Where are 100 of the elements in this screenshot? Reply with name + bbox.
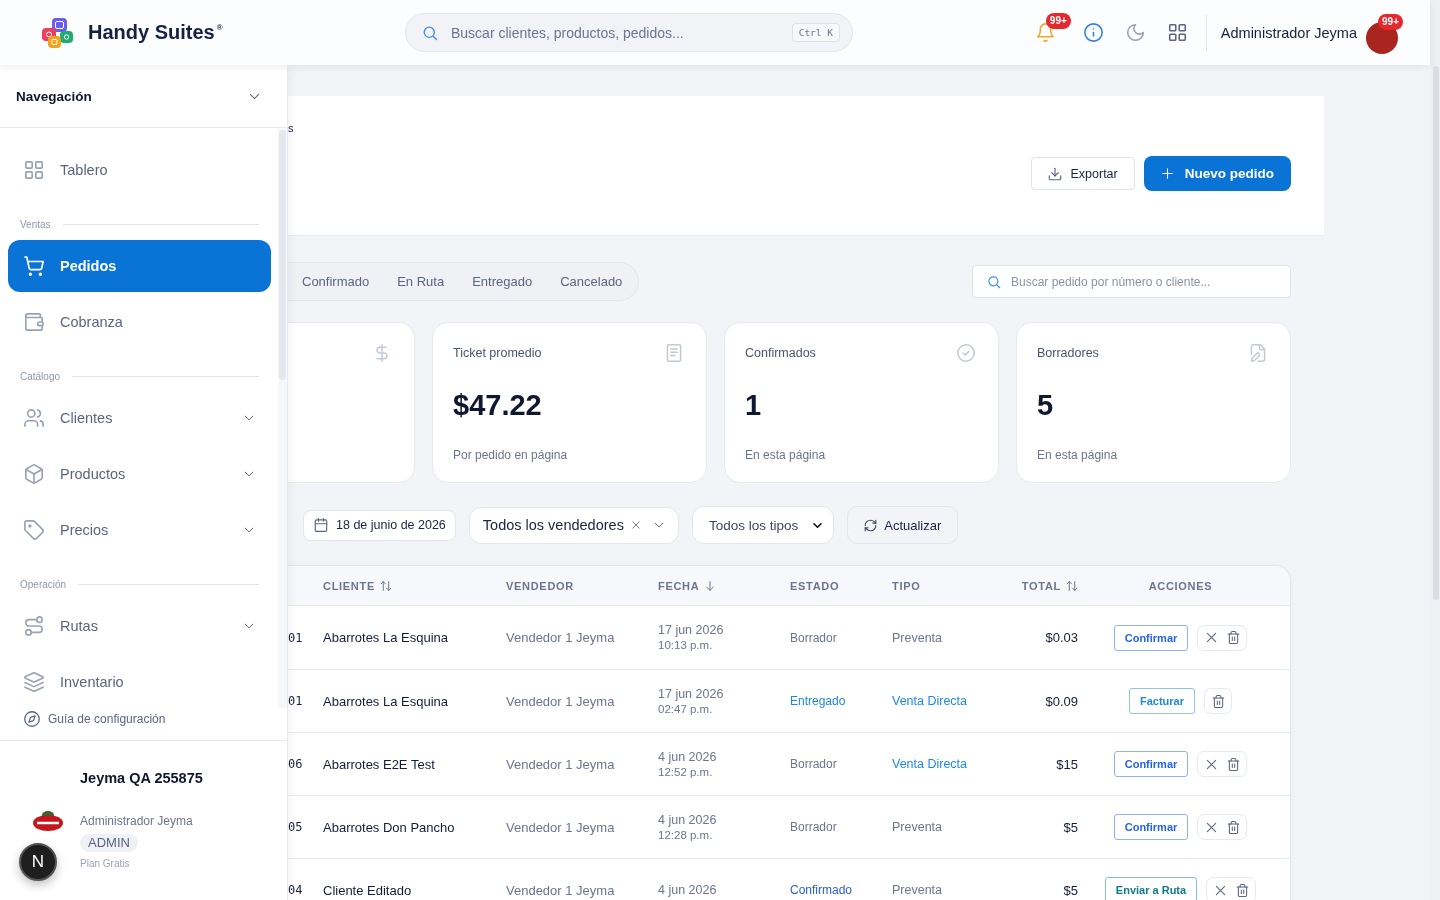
order-number: 01 xyxy=(288,630,303,645)
column-header[interactable]: TOTAL xyxy=(1021,579,1078,592)
seller-select[interactable]: Todos los vendedores xyxy=(468,506,679,544)
order-total: $0.09 xyxy=(1045,693,1078,709)
dollar-icon xyxy=(373,344,391,362)
breadcrumb: s xyxy=(288,121,294,135)
order-type: Venta Directa xyxy=(892,757,968,771)
account-user-name: Administrador Jeyma xyxy=(80,813,193,829)
file-pen-icon xyxy=(1249,344,1267,362)
nav-toggle[interactable]: Navegación xyxy=(0,65,287,128)
new-order-button[interactable]: Nuevo pedido xyxy=(1143,156,1291,191)
action-button[interactable]: Confirmar xyxy=(1113,751,1189,777)
refresh-button[interactable]: Actualizar xyxy=(847,506,959,544)
search-bar[interactable]: Buscar clientes, productos, pedidos... Ctrl K xyxy=(405,13,853,52)
order-search-field[interactable]: Buscar pedido por número o cliente... xyxy=(1011,272,1278,291)
stat-value: 5 xyxy=(1037,388,1054,422)
status-tab[interactable]: Cancelado xyxy=(546,266,637,297)
sort-icon xyxy=(1066,579,1078,592)
trash-icon xyxy=(1226,631,1240,644)
action-button[interactable]: Confirmar xyxy=(1113,624,1189,651)
shortcut-hint: Ctrl K xyxy=(791,23,840,42)
close-icon xyxy=(1204,820,1218,834)
order-number: 06 xyxy=(288,757,303,771)
close-icon xyxy=(1204,631,1218,644)
status-tab[interactable]: Confirmado xyxy=(288,266,384,297)
action-button[interactable]: Facturar xyxy=(1129,688,1195,714)
dev-tools-button[interactable]: N xyxy=(19,843,57,881)
order-status: Entregado xyxy=(790,694,846,708)
column-header: VENDEDOR xyxy=(506,579,574,592)
nav-item[interactable]: Pedidos xyxy=(8,240,271,292)
check-circle-icon xyxy=(957,344,975,362)
setup-guide-link[interactable]: Guía de configuración xyxy=(24,708,166,730)
company-name: Jeyma QA 255875 xyxy=(80,769,203,787)
client-name: Abarrotes E2E Test xyxy=(323,756,435,772)
action-button[interactable]: Enviar a Ruta xyxy=(1104,877,1198,900)
user-menu-button[interactable]: 99+ xyxy=(1366,13,1403,54)
nav-item[interactable]: Clientes xyxy=(8,392,271,444)
stat-title: Borradores xyxy=(1037,345,1099,361)
order-type: Venta Directa xyxy=(892,694,968,708)
action-button[interactable]: Confirmar xyxy=(1113,814,1189,840)
nav-item[interactable]: Rutas xyxy=(8,600,271,652)
type-select[interactable]: Todos los tipos xyxy=(691,506,835,544)
notification-badge: 99+ xyxy=(1045,12,1071,29)
grid-icon xyxy=(1168,23,1188,42)
nav-item[interactable]: Inventario xyxy=(8,656,271,708)
order-date: 17 jun 2026 xyxy=(658,685,724,702)
nav-section-label: Ventas xyxy=(20,218,51,230)
search-field[interactable]: Buscar clientes, productos, pedidos... xyxy=(451,22,779,43)
bell-icon xyxy=(1035,22,1055,42)
scrollbar-thumb[interactable] xyxy=(279,130,286,380)
nav-section-label: Operación xyxy=(20,578,67,590)
nav-item[interactable]: Precios xyxy=(8,504,271,556)
stat-note: En esta página xyxy=(745,447,826,463)
nav-item[interactable]: Tablero xyxy=(8,144,271,196)
column-header[interactable]: FECHA xyxy=(658,579,717,592)
route-icon xyxy=(24,616,44,636)
avatar-badge: 99+ xyxy=(1378,13,1403,30)
trash-icon xyxy=(1226,820,1240,834)
seller-name: Vendedor 1 Jeyma xyxy=(506,819,615,835)
search-icon xyxy=(987,274,1001,289)
client-name: Cliente Editado xyxy=(323,882,412,898)
status-tab[interactable]: Entregado xyxy=(458,266,547,297)
order-time: 12:28 p.m. xyxy=(658,827,713,843)
order-status: Confirmado xyxy=(790,883,853,897)
receipt-icon xyxy=(665,344,683,362)
search-icon xyxy=(422,24,438,41)
order-total: $15 xyxy=(1056,756,1078,772)
order-date: 17 jun 2026 xyxy=(658,622,724,638)
moon-icon xyxy=(1126,23,1146,42)
plus-icon xyxy=(1160,167,1174,180)
brand-name: Handy Suites$^{®}$ xyxy=(88,21,223,44)
order-status: Borrador xyxy=(790,630,837,645)
order-status: Borrador xyxy=(790,757,837,771)
column-header[interactable]: CLIENTE xyxy=(323,579,392,592)
order-type: Preventa xyxy=(892,883,943,897)
logo-icon xyxy=(42,17,73,48)
emblem-icon xyxy=(33,810,63,832)
notifications-button[interactable]: 99+ xyxy=(1026,12,1071,53)
order-search-bar[interactable]: Buscar pedido por número o cliente... xyxy=(972,265,1291,298)
wallet-icon xyxy=(24,312,44,332)
status-tab[interactable]: En Ruta xyxy=(383,266,459,297)
nav-item[interactable]: Productos xyxy=(8,448,271,500)
nav-section-label: Catálogo xyxy=(20,370,61,382)
nav-item[interactable]: Cobranza xyxy=(8,296,271,348)
stat-title: Confirmados xyxy=(745,345,816,361)
seller-name: Vendedor 1 Jeyma xyxy=(506,693,615,709)
export-button[interactable]: Exportar xyxy=(1031,157,1135,190)
close-icon xyxy=(1204,757,1218,771)
order-total: $5 xyxy=(1063,819,1078,835)
column-header: ESTADO xyxy=(790,579,840,592)
order-number: 04 xyxy=(288,883,303,897)
date-picker-button[interactable]: 18 de junio de 2026 xyxy=(303,509,456,541)
order-type: Preventa xyxy=(892,630,943,645)
sort-icon xyxy=(379,579,392,592)
seller-name: Vendedor 1 Jeyma xyxy=(506,756,615,772)
stat-title: Ticket promedio xyxy=(453,345,542,361)
compass-icon xyxy=(24,711,40,727)
client-name: Abarrotes La Esquina xyxy=(323,630,449,645)
client-name: Abarrotes Don Pancho xyxy=(323,819,455,835)
stat-value: 1 xyxy=(745,388,762,422)
